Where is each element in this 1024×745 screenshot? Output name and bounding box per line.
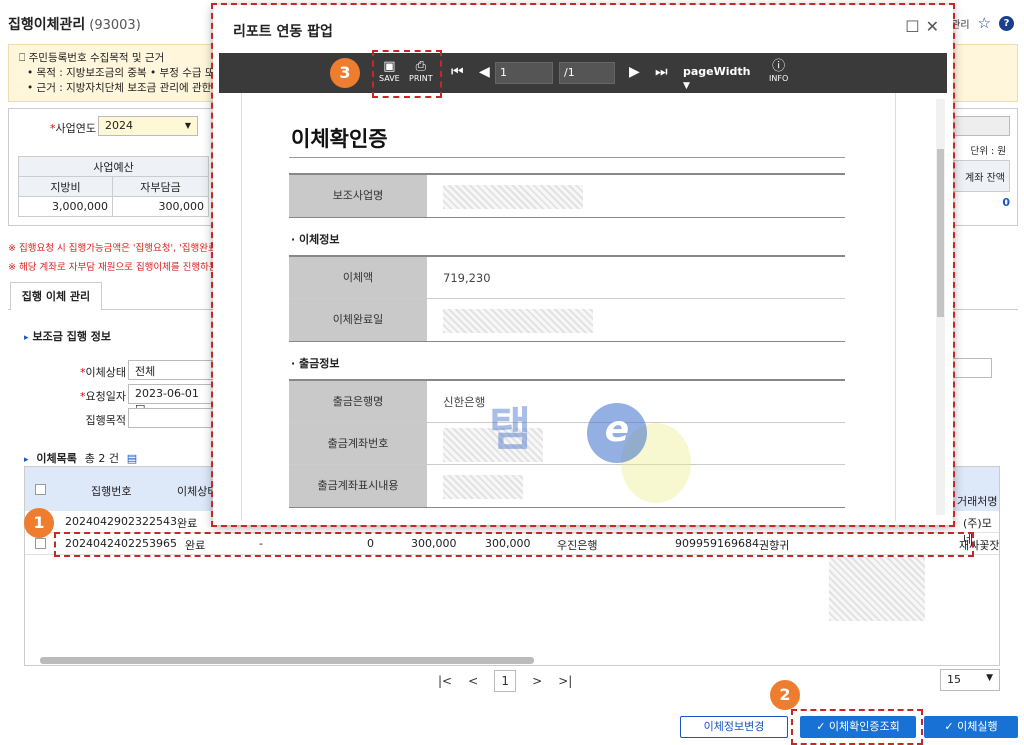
year-label: *사업연도 [50,122,96,135]
prev-page-button[interactable]: < [468,674,478,688]
budget-header: 사업예산 [18,156,209,177]
status-label-text: 이체상태 [85,366,126,379]
col-self: 자부담금 [112,176,209,197]
popup-highlight-box [211,3,955,527]
chevron-down-icon: ▼ [986,673,993,683]
right-search-input[interactable] [952,358,992,378]
masked-area [829,557,925,621]
grid-horizontal-scrollbar[interactable] [40,657,534,664]
cell-exec-no: 2024042902322543 [65,515,177,528]
notice-heading-text: 주민등록번호 수집목적 및 근거 [28,52,165,64]
cell-status: 완료 [177,517,198,530]
purpose-label: 집행목적 [85,414,126,427]
last-page-button[interactable]: >| [558,674,572,688]
step-badge-2: 2 [770,680,800,710]
toolbar-highlight-box [372,50,442,98]
select-all-checkbox[interactable] [35,484,46,495]
step-badge-3: 3 [330,58,360,88]
date-label-text: 요청일자 [85,390,126,403]
year-select-value: 2024 [105,119,133,132]
excel-download-icon[interactable]: ▤ [127,452,137,465]
page-title-text: 집행이체관리 [8,17,86,33]
page-size-select[interactable]: 15 ▼ [940,669,1000,691]
page-title: 집행이체관리 (93003) [8,14,141,34]
warning-line-1: ※ 집행요청 시 집행가능금액은 '집행요청', '집행완료' [8,243,220,254]
list-title-text: 이체목록 [36,452,77,465]
date-input[interactable]: 2023-06-01 ▭ [128,384,214,413]
execute-transfer-button[interactable]: ✓ 이체실행 [924,716,1018,738]
year-label-text: 사업연도 [55,122,96,135]
change-transfer-info-button[interactable]: 이체정보변경 [680,716,788,738]
current-page[interactable]: 1 [494,670,517,692]
next-page-button[interactable]: > [532,674,542,688]
warning-line-2: ※ 해당 계좌로 자부담 재원으로 집행이체를 진행하는 [8,262,218,273]
favorite-star-icon[interactable]: ☆ [978,14,991,32]
page-code: (93003) [89,18,141,33]
header-exec-no: 집행번호 [91,485,132,498]
page-size-value: 15 [947,673,961,686]
status-select[interactable]: 전체 [128,360,214,380]
list-count: 총 2 건 [84,452,119,465]
list-title: 이체목록 총 2 건 ▤ [24,450,137,466]
val-local: 3,000,000 [18,196,113,217]
col-local: 지방비 [18,176,113,197]
val-self: 300,000 [112,196,209,217]
top-right-tools: 관리 ☆ ? [951,14,1014,32]
row-checkbox[interactable] [35,538,46,549]
button-highlight-box [791,709,923,745]
section-info-title: 보조금 집행 정보 [24,328,112,344]
row-highlight-box [54,532,974,557]
date-label: *요청일자 [80,390,126,403]
chevron-down-icon: ▼ [184,121,191,130]
pagination: |< < 1 > >| [438,670,572,692]
date-input-value: 2023-06-01 [135,387,199,400]
budget-table: 사업예산 지방비 자부담금 3,000,000 300,000 [18,156,209,217]
purpose-input[interactable] [128,408,214,428]
header-trader: 거래처명 [957,495,998,508]
first-page-button[interactable]: |< [438,674,452,688]
balance-value: 0 [1002,196,1010,209]
step-badge-1: 1 [24,508,54,538]
year-select[interactable]: 2024 ▼ [98,116,198,136]
status-label: *이체상태 [80,366,126,379]
tab-exec-transfer[interactable]: 집행 이체 관리 [10,282,102,310]
help-icon[interactable]: ? [999,15,1014,31]
unit-label: 단위 : 원 [970,146,1006,157]
